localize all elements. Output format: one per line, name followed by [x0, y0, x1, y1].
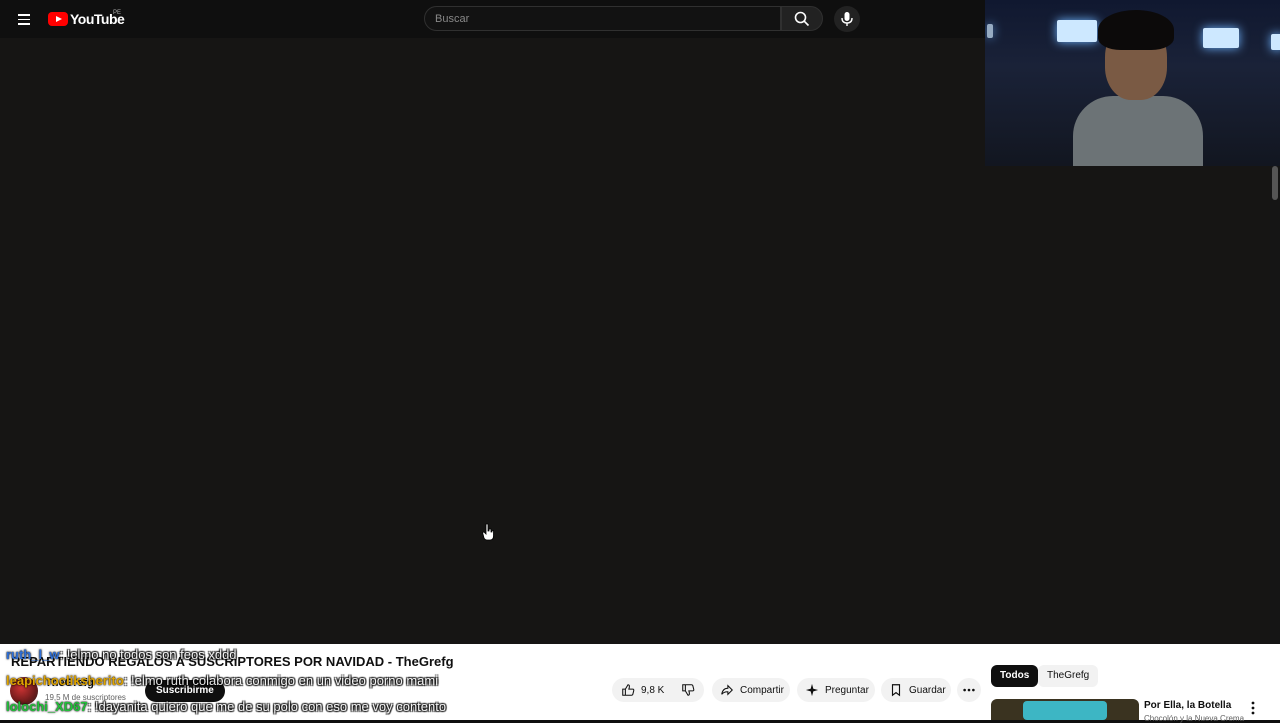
save-label: Guardar	[909, 684, 946, 696]
more-vertical-icon[interactable]	[1248, 699, 1258, 717]
more-horizontal-icon	[963, 688, 975, 692]
like-count: 9,8 K	[641, 684, 665, 696]
chat-username: ruth_l_w	[6, 647, 60, 662]
save-button[interactable]: Guardar	[881, 678, 951, 702]
chat-text: : !elmo no todos son feos xddd	[59, 647, 237, 662]
filter-chip-channel[interactable]: TheGrefg	[1038, 665, 1099, 687]
chat-text: : !dayanita quiero que me de su polo con…	[87, 699, 447, 714]
recommended-thumbnail[interactable]	[991, 699, 1139, 720]
hamburger-menu-icon[interactable]	[12, 7, 36, 31]
chat-message: lolochi_XD67: !dayanita quiero que me de…	[6, 699, 446, 714]
ask-button[interactable]: Preguntar	[797, 678, 875, 702]
webcam-overlay	[985, 0, 1280, 166]
chat-username: lolochi_XD67	[6, 699, 88, 714]
microphone-icon	[841, 12, 853, 26]
thumbs-up-icon	[622, 684, 635, 696]
logo-country-code: PE	[113, 10, 122, 16]
share-label: Compartir	[740, 684, 784, 696]
chat-message: leapichocliksherito: !elmo ruth colabora…	[6, 673, 438, 688]
search-icon	[794, 11, 810, 27]
search-button[interactable]	[781, 6, 823, 31]
filter-chip-all[interactable]: Todos	[991, 665, 1039, 687]
sparkle-icon	[805, 683, 819, 697]
hand-cursor-icon	[482, 523, 494, 541]
more-actions-button[interactable]	[957, 678, 981, 702]
ask-label: Preguntar	[825, 684, 869, 696]
scrollbar-thumb[interactable]	[1272, 166, 1278, 200]
search-input[interactable]	[425, 7, 780, 30]
chat-message: ruth_l_w: !elmo no todos son feos xddd	[6, 647, 237, 662]
voice-search-button[interactable]	[834, 6, 860, 32]
dislike-button[interactable]	[672, 678, 704, 702]
share-icon	[721, 684, 733, 696]
search-box	[424, 6, 781, 31]
recommended-title[interactable]: Por Ella, la Botella	[1144, 700, 1231, 711]
like-button[interactable]: 9,8 K	[612, 678, 672, 702]
thumbs-down-icon	[682, 684, 695, 696]
bookmark-icon	[891, 684, 901, 697]
scrollbar[interactable]	[1270, 166, 1280, 644]
chat-text: : !elmo ruth colabora conmigo en un vide…	[123, 673, 439, 688]
play-logo-icon	[48, 12, 68, 26]
chat-username: leapichocliksherito	[6, 673, 124, 688]
share-button[interactable]: Compartir	[712, 678, 790, 702]
recommended-channel: Chocolón y la Nueva Crema	[1144, 714, 1245, 723]
